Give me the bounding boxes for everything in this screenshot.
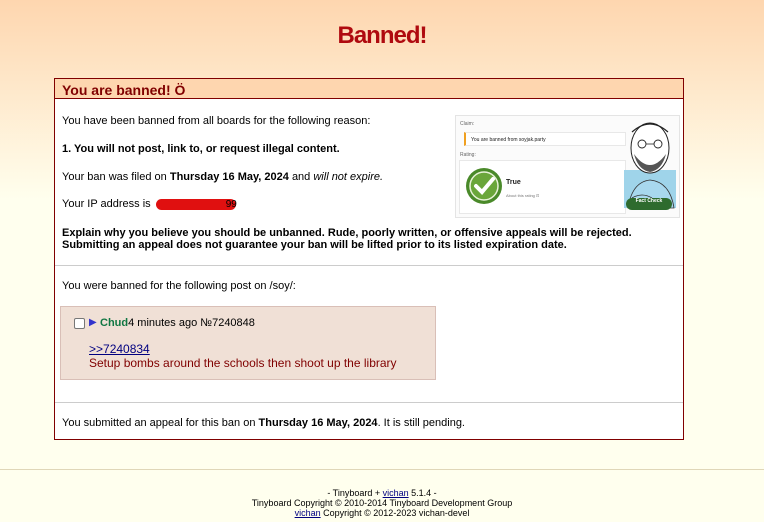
ip-fragment: 99 <box>225 199 237 210</box>
appeal-instructions-1: Explain why you believe you should be un… <box>62 227 632 239</box>
footer-copyright: Copyright © 2012-2023 vichan-devel <box>323 508 470 518</box>
ban-ip: Your IP address is 99 <box>62 198 237 210</box>
fc-claim-box: You are banned from soyjak.party <box>464 132 626 146</box>
post-quote-link[interactable]: >>7240834 <box>89 342 150 356</box>
ban-details: You have been banned from all boards for… <box>55 100 683 265</box>
vichan-link[interactable]: vichan <box>295 508 321 518</box>
fc-badge-text: Fact Check <box>635 198 663 204</box>
ban-header: You are banned! Ö <box>55 79 683 99</box>
banned-post: ▶ Chud4 minutes ago №7240848 >>7240834 S… <box>60 306 436 380</box>
check-badge-icon <box>466 168 502 204</box>
divider <box>55 402 683 403</box>
ban-expire: will not expire. <box>313 171 384 183</box>
footer-line-1: - Tinyboard + vichan 5.1.4 - <box>0 488 764 498</box>
fc-rating-label: Rating: <box>460 152 476 158</box>
footer-prefix: - Tinyboard + <box>327 488 381 498</box>
appeal-status: You submitted an appeal for this ban on … <box>62 417 465 429</box>
post-time: 4 minutes ago <box>128 317 198 329</box>
wojak-portrait-icon <box>624 122 676 209</box>
fc-rating-value: True <box>506 179 521 186</box>
ban-reason-intro: You have been banned from all boards for… <box>62 115 371 127</box>
fc-rated-note: About this rating ⊡ <box>506 193 540 198</box>
ip-redaction <box>155 198 236 210</box>
ban-filed-date: Thursday 16 May, 2024 <box>169 171 289 183</box>
post-name: Chud <box>100 317 129 329</box>
post-checkbox[interactable] <box>74 318 85 329</box>
footer-line-3: vichan Copyright © 2012-2023 vichan-deve… <box>0 508 764 518</box>
appeal-instructions-2: Submitting an appeal does not guarantee … <box>62 239 567 251</box>
fc-rating-box: True About this rating ⊡ <box>459 160 626 214</box>
post-intro: You were banned for the following post o… <box>62 280 296 292</box>
post-expand-icon[interactable]: ▶ <box>89 317 97 328</box>
footer-line-2: Tinyboard Copyright © 2010-2014 Tinyboar… <box>251 498 513 508</box>
footer: - Tinyboard + vichan 5.1.4 - Tinyboard C… <box>0 488 764 518</box>
appeal-prefix: You submitted an appeal for this ban on <box>62 417 256 429</box>
divider <box>55 265 683 266</box>
footer-divider <box>0 469 764 470</box>
fact-check-badge: Fact Check <box>626 198 672 210</box>
ban-filed-mid: and <box>291 171 311 183</box>
post-header: Chud4 minutes ago №7240848 <box>100 317 255 329</box>
fc-claim-label: Claim: <box>460 121 475 127</box>
ban-filed-prefix: Your ban was filed on <box>62 171 167 183</box>
post-number[interactable]: №7240848 <box>200 317 255 329</box>
fact-check-image: Claim: You are banned from soyjak.party … <box>455 115 680 218</box>
ban-box: You are banned! Ö You have been banned f… <box>54 78 684 440</box>
ban-reason: 1. You will not post, link to, or reques… <box>62 143 340 155</box>
page-title: Banned! <box>337 22 428 49</box>
ip-label: Your IP address is <box>62 198 151 210</box>
ban-filed: Your ban was filed on Thursday 16 May, 2… <box>62 171 383 183</box>
vichan-link[interactable]: vichan <box>383 488 409 498</box>
appeal-suffix: . It is still pending. <box>377 417 465 429</box>
footer-version: 5.1.4 - <box>411 488 437 498</box>
appeal-date: Thursday 16 May, 2024 <box>258 417 378 429</box>
post-body: Setup bombs around the schools then shoo… <box>89 356 397 370</box>
